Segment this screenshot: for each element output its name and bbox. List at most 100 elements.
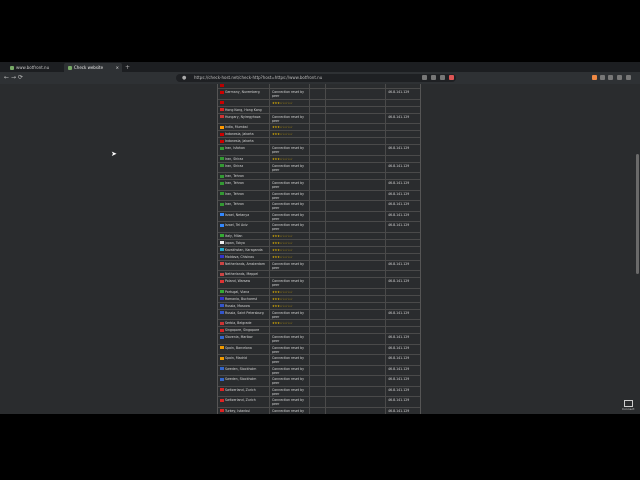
location-text: India, Mumbai <box>225 125 248 129</box>
flag-icon <box>220 101 224 104</box>
flag-icon <box>220 90 224 94</box>
ip-cell: 46.8.141.129 <box>386 261 420 271</box>
scrollbar[interactable] <box>634 84 640 414</box>
table-row: Israel, Netanya Connection reset by peer 4… <box>218 211 420 222</box>
connect-widget[interactable]: Connect <box>622 400 634 412</box>
ip-text: 46.8.141.129 <box>388 387 410 392</box>
ip-cell <box>386 240 420 246</box>
extension-icon[interactable] <box>592 75 597 80</box>
result-cell: ★★★☆☆☆☆☆ <box>270 253 310 260</box>
location-cell: Portugal, Viana <box>218 288 270 295</box>
result-cell: Connection reset by peer <box>270 309 310 319</box>
translate-icon[interactable] <box>422 75 427 80</box>
brave-shield-icon[interactable] <box>449 75 454 80</box>
scrollbar-thumb[interactable] <box>636 154 639 274</box>
location-text: Romania, Bucharest <box>225 296 258 301</box>
code-cell <box>326 334 386 344</box>
ip-cell: 46.8.141.129 <box>386 180 420 190</box>
location-cell: Turkey, Istanbul <box>218 407 270 414</box>
result-cell: Connection reset by peer <box>270 278 310 288</box>
location-text: Iran, Shiraz <box>225 156 244 161</box>
flag-icon <box>220 223 224 227</box>
location-cell: Hong Kong, Hong Kong <box>218 106 270 113</box>
tab-botfront[interactable]: www.botfront.nu <box>6 63 62 72</box>
table-row: Hungary, Nyiregyhaza Connection reset by … <box>218 113 420 124</box>
extensions-icon[interactable] <box>600 75 605 80</box>
table-row: Spain, Barcelona Connection reset by peer… <box>218 344 420 355</box>
result-cell: Connection reset by peer <box>270 222 310 232</box>
location-cell: Singapore, Singapore <box>218 327 270 333</box>
code-cell <box>326 295 386 302</box>
share-icon[interactable] <box>431 75 436 80</box>
time-cell <box>310 89 326 99</box>
table-row: Turkey, Istanbul Connection reset by peer… <box>218 407 420 414</box>
favicon-icon <box>10 66 14 70</box>
location-text: Iran, Isfahan <box>225 146 245 150</box>
address-bar[interactable]: ● https://check-host.net/check-http?host=… <box>176 74 456 82</box>
result-cell: Connection reset by peer <box>270 407 310 414</box>
close-tab-icon[interactable]: × <box>116 63 119 72</box>
bookmark-icon[interactable] <box>440 75 445 80</box>
result-text: Connection reset by peer <box>272 366 305 375</box>
result-cell: ★★★☆☆☆☆☆ <box>270 232 310 239</box>
time-cell <box>310 355 326 365</box>
location-text: Spain, Barcelona <box>225 345 252 350</box>
time-cell <box>310 84 326 88</box>
ip-cell: 46.8.141.129 <box>386 376 420 386</box>
location-text: Netherlands, Amsterdam <box>225 261 265 266</box>
table-row: Russia, Moscow ★★★☆☆☆☆☆ <box>218 302 420 310</box>
flag-icon <box>220 139 224 143</box>
code-cell <box>326 84 386 88</box>
result-text: ★★★☆☆☆☆☆ <box>272 233 293 238</box>
location-text: Indonesia, Jakarta <box>225 132 254 136</box>
back-icon[interactable]: ← <box>4 74 9 82</box>
code-cell <box>326 222 386 232</box>
result-text: Connection reset by peer <box>272 356 305 364</box>
flag-icon <box>220 248 224 251</box>
flag-icon <box>220 125 224 129</box>
result-cell: Connection reset by peer <box>270 260 310 270</box>
flag-icon <box>220 202 224 206</box>
result-cell: Connection reset by peer <box>270 113 310 123</box>
location-cell: Iran, Isfahan <box>218 145 270 155</box>
result-text: Connection reset by peer <box>272 377 305 385</box>
time-cell <box>310 162 326 172</box>
new-tab-icon[interactable]: + <box>125 63 130 72</box>
ip-cell: 46.8.141.129 <box>386 345 420 355</box>
reload-icon[interactable]: ⟳ <box>18 74 23 82</box>
ip-cell <box>386 296 420 302</box>
result-cell: ★★★☆☆☆☆☆ <box>270 155 310 162</box>
result-cell: Connection reset by peer <box>270 344 310 354</box>
ip-cell: 46.8.141.129 <box>386 191 420 201</box>
flag-icon <box>220 290 224 293</box>
result-cell <box>270 106 310 113</box>
ip-text: 46.8.141.129 <box>388 377 410 381</box>
table-row: Russia, Saint Petersburg Connection reset… <box>218 309 420 320</box>
forward-icon[interactable]: → <box>11 74 16 82</box>
menu-icon[interactable] <box>626 75 631 80</box>
flag-icon <box>220 377 224 381</box>
location-text: Italy, Milan <box>225 233 243 238</box>
ip-cell <box>386 156 420 162</box>
flag-icon <box>220 346 224 349</box>
ip-text: 46.8.141.129 <box>388 345 410 350</box>
table-row: Moldova, Chisinau ★★★☆☆☆☆☆ <box>218 253 420 261</box>
tab-bar: www.botfront.nu Check website performanc… <box>0 62 640 79</box>
wallet-icon[interactable] <box>608 75 613 80</box>
ip-text: 46.8.141.129 <box>388 335 410 339</box>
code-cell <box>326 124 386 130</box>
flag-icon <box>220 164 224 167</box>
location-text: Hong Kong, Hong Kong <box>225 107 262 112</box>
location-cell: Iran, Tehran <box>218 190 270 200</box>
profile-icon[interactable] <box>617 75 622 80</box>
result-text: Connection reset by peer <box>272 335 305 343</box>
result-text: Connection reset by peer <box>272 345 305 354</box>
location-text: Moldova, Chisinau <box>225 254 255 259</box>
table-row: Netherlands, Amsterdam Connection reset b… <box>218 260 420 271</box>
tab-check-host[interactable]: Check website performance an...× <box>64 63 122 79</box>
ip-cell <box>386 327 420 333</box>
result-cell: Connection reset by peer <box>270 386 310 396</box>
ip-cell: 46.8.141.129 <box>386 145 420 155</box>
code-cell <box>326 145 386 155</box>
ip-cell: 46.8.141.129 <box>386 387 420 397</box>
